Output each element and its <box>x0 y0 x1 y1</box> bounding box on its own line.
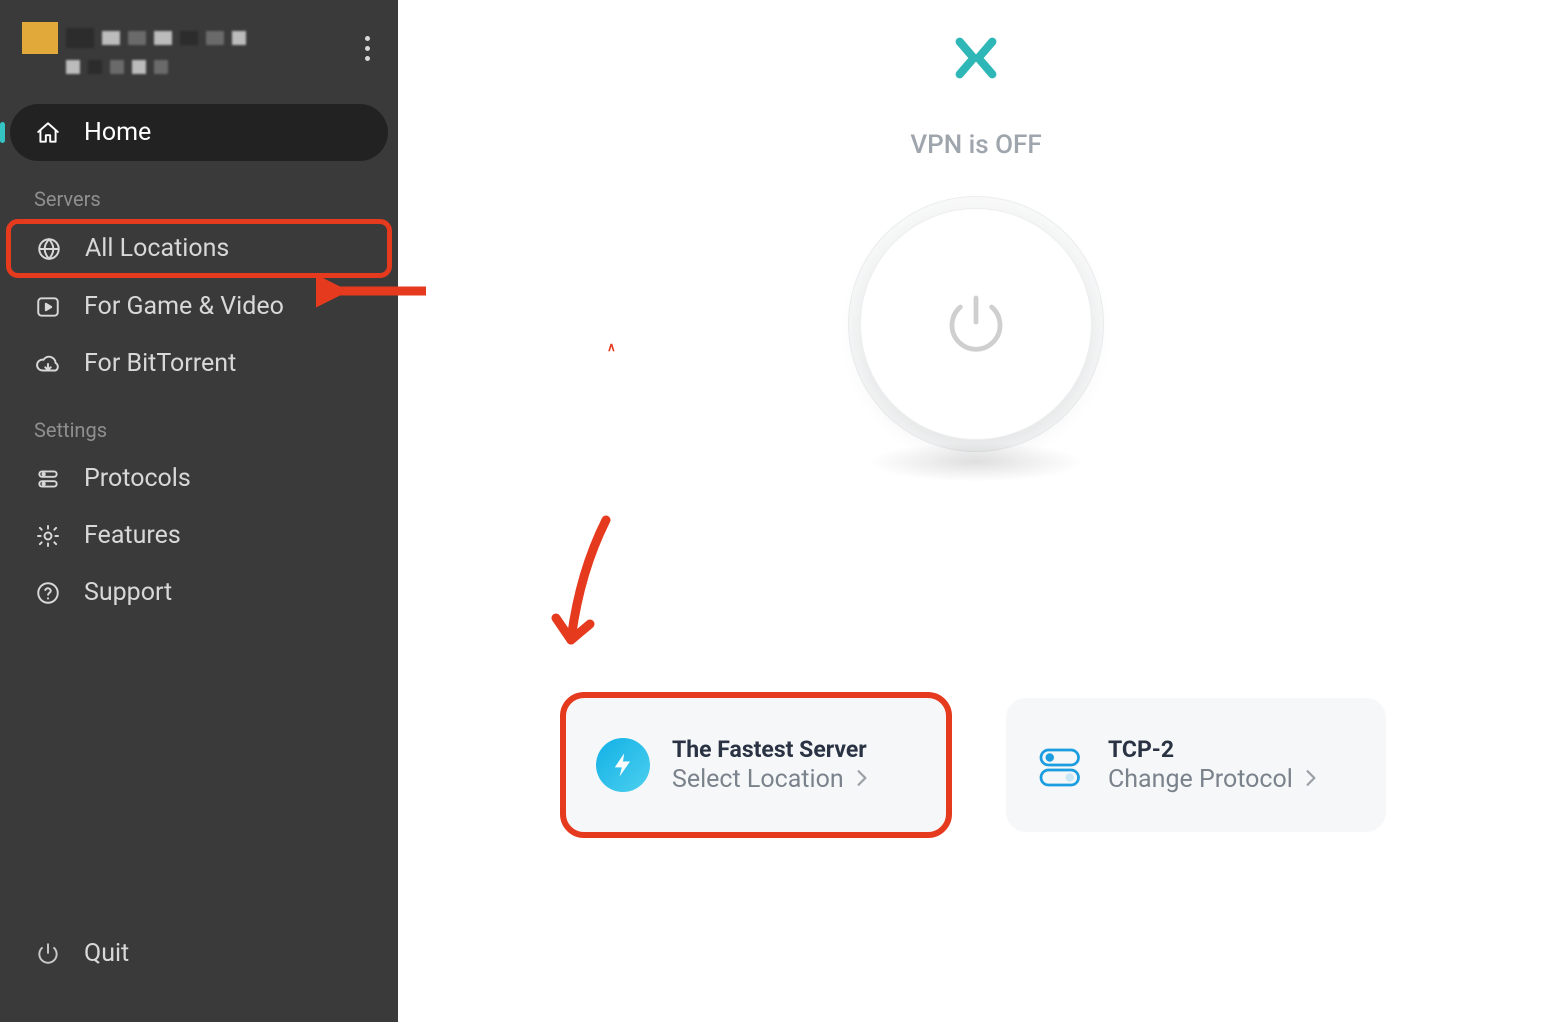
annotation-arrow-left <box>316 261 436 325</box>
annotation-small-mark: ∧ <box>607 340 616 354</box>
more-menu-icon[interactable] <box>359 30 376 67</box>
play-icon <box>34 293 62 321</box>
protocol-card-title: TCP-2 <box>1108 736 1356 763</box>
sidebar-item-home[interactable]: Home <box>10 104 388 161</box>
server-card-sub: Select Location <box>672 765 844 794</box>
toggle-icon <box>1036 740 1086 790</box>
servers-icon <box>34 465 62 493</box>
protocol-card[interactable]: TCP-2 Change Protocol <box>1006 698 1386 832</box>
sidebar-item-label: All Locations <box>85 234 229 263</box>
help-icon <box>34 579 62 607</box>
sidebar-item-label: Features <box>84 521 181 550</box>
section-label-settings: Settings <box>10 392 388 450</box>
sidebar: Home Servers All Locations For Game & Vi… <box>0 0 398 1022</box>
sidebar-item-features[interactable]: Features <box>10 507 388 564</box>
brand-logo-blurred <box>22 22 246 74</box>
sidebar-item-label: Home <box>84 118 151 147</box>
nav: Home Servers All Locations For Game & Vi… <box>0 96 398 621</box>
server-card-title: The Fastest Server <box>672 736 916 763</box>
chevron-right-icon <box>856 765 868 794</box>
protocol-card-sub: Change Protocol <box>1108 765 1293 794</box>
app-logo-icon <box>948 30 1004 90</box>
power-icon <box>34 940 62 968</box>
power-icon <box>940 286 1012 362</box>
sidebar-item-label: Protocols <box>84 464 191 493</box>
sidebar-item-support[interactable]: Support <box>10 564 388 621</box>
gear-icon <box>34 522 62 550</box>
sidebar-item-label: For Game & Video <box>84 292 284 321</box>
server-select-card[interactable]: The Fastest Server Select Location <box>566 698 946 832</box>
power-button-container <box>848 196 1104 452</box>
sidebar-item-label: For BitTorrent <box>84 349 236 378</box>
sidebar-item-quit[interactable]: Quit <box>10 925 388 982</box>
annotation-arrow-down <box>546 510 636 664</box>
chevron-right-icon <box>1305 765 1317 794</box>
lightning-icon <box>596 738 650 792</box>
bottom-cards: The Fastest Server Select Location <box>566 698 1386 832</box>
sidebar-header <box>0 0 398 96</box>
section-label-servers: Servers <box>10 161 388 219</box>
vpn-status-label: VPN is OFF <box>910 130 1041 160</box>
sidebar-item-label: Quit <box>84 939 129 968</box>
globe-icon <box>35 235 63 263</box>
sidebar-item-bittorrent[interactable]: For BitTorrent <box>10 335 388 392</box>
home-icon <box>34 119 62 147</box>
sidebar-item-label: Support <box>84 578 172 607</box>
cloud-download-icon <box>34 350 62 378</box>
sidebar-item-protocols[interactable]: Protocols <box>10 450 388 507</box>
connect-power-button[interactable] <box>860 208 1092 440</box>
